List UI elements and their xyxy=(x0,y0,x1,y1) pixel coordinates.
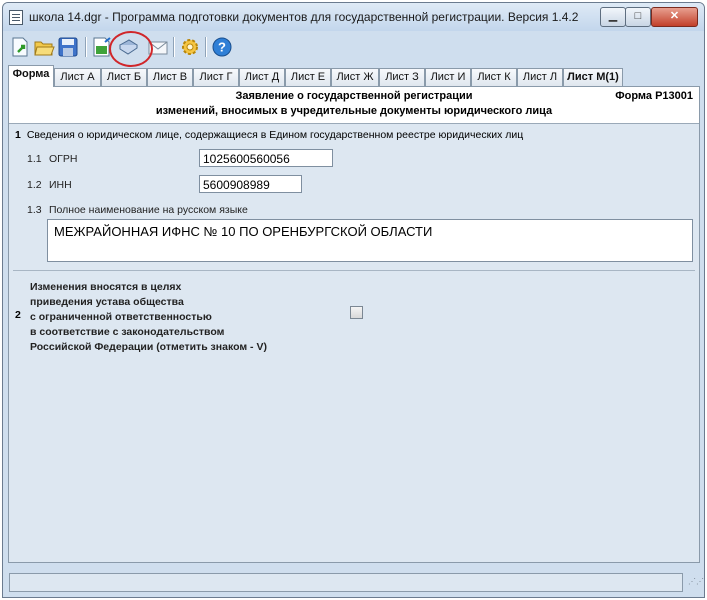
name-label: 1.3 Полное наименование на русском языке xyxy=(27,204,248,216)
save-disk-icon[interactable] xyxy=(57,36,79,58)
tab-list-a[interactable]: Лист А xyxy=(54,68,101,86)
section-divider xyxy=(13,270,695,271)
form-code: Форма Р13001 xyxy=(615,90,693,102)
toolbar-separator xyxy=(205,37,207,57)
inn-label-text: ИНН xyxy=(49,179,72,191)
form-header: Заявление о государственной регистрации … xyxy=(9,87,699,124)
name-label-text: Полное наименование на русском языке xyxy=(49,204,248,216)
tab-list-i[interactable]: Лист И xyxy=(425,68,471,86)
window-title: школа 14.dgr - Программа подготовки доку… xyxy=(29,10,579,24)
status-bar: ⋰⋰ xyxy=(3,568,704,597)
highlight-circle xyxy=(109,31,153,67)
ogrn-field[interactable]: 1025600560056 xyxy=(199,149,333,167)
section2-text: Изменения вносятся в целях приведения ус… xyxy=(30,280,267,355)
tab-list-k[interactable]: Лист К xyxy=(471,68,517,86)
tab-list-g[interactable]: Лист Г xyxy=(193,68,239,86)
settings-gear-icon[interactable] xyxy=(179,36,201,58)
app-document-icon xyxy=(9,10,23,25)
name-number: 1.3 xyxy=(27,204,42,216)
section1-number: 1 xyxy=(15,129,21,141)
section2-number: 2 xyxy=(15,309,21,321)
tab-list-b[interactable]: Лист Б xyxy=(101,68,147,86)
open-folder-icon[interactable] xyxy=(33,36,55,58)
ogrn-label-text: ОГРН xyxy=(49,153,78,165)
tab-list-e[interactable]: Лист Е xyxy=(285,68,331,86)
tab-list-m1[interactable]: Лист М(1) xyxy=(563,68,623,86)
help-icon[interactable]: ? xyxy=(211,36,233,58)
tab-list-zh[interactable]: Лист Ж xyxy=(331,68,379,86)
svg-text:?: ? xyxy=(218,40,226,55)
toolbar-separator xyxy=(173,37,175,57)
form-heading-line1: Заявление о государственной регистрации xyxy=(235,90,473,102)
resize-grip-icon[interactable]: ⋰⋰ xyxy=(688,578,704,589)
section2-checkbox[interactable] xyxy=(350,306,363,319)
tab-list-v[interactable]: Лист В xyxy=(147,68,193,86)
maximize-button[interactable]: □ xyxy=(625,7,651,27)
form-panel: Заявление о государственной регистрации … xyxy=(8,86,700,563)
title-bar[interactable]: школа 14.dgr - Программа подготовки доку… xyxy=(3,3,704,31)
tab-list-d[interactable]: Лист Д xyxy=(239,68,285,86)
section1-title: 1 Сведения о юридическом лице, содержащие… xyxy=(15,129,523,141)
close-button[interactable]: ✕ xyxy=(651,7,698,27)
tab-forma[interactable]: Форма xyxy=(8,65,54,87)
inn-field[interactable]: 5600908989 xyxy=(199,175,302,193)
form-heading-line2: изменений, вносимых в учредительные доку… xyxy=(155,105,553,117)
section2-line: Российской Федерации (отметить знаком - … xyxy=(30,341,267,353)
full-name-field[interactable]: МЕЖРАЙОННАЯ ИФНС № 10 ПО ОРЕНБУРГСКОЙ ОБ… xyxy=(47,219,693,262)
section1-title-text: Сведения о юридическом лице, содержащиес… xyxy=(26,129,524,141)
section2-line: приведения устава общества xyxy=(30,296,184,308)
ogrn-label: 1.1 ОГРН xyxy=(27,153,77,165)
ogrn-number: 1.1 xyxy=(27,153,42,165)
app-window: школа 14.dgr - Программа подготовки доку… xyxy=(2,2,705,598)
toolbar-separator xyxy=(85,37,87,57)
tab-list-z[interactable]: Лист З xyxy=(379,68,425,86)
status-field xyxy=(9,573,683,592)
sheet-tabs: Форма Лист А Лист Б Лист В Лист Г Лист Д… xyxy=(8,65,698,87)
new-doc-icon[interactable] xyxy=(9,36,31,58)
section2-line: Изменения вносятся в целях xyxy=(30,281,182,293)
tab-list-l[interactable]: Лист Л xyxy=(517,68,563,86)
section2-line: с ограниченной ответственностью xyxy=(30,311,212,323)
section2-line: в соответствие с законодательством xyxy=(30,326,225,338)
inn-number: 1.2 xyxy=(27,179,42,191)
inn-label: 1.2 ИНН xyxy=(27,179,72,191)
minimize-button[interactable]: ▁ xyxy=(600,7,626,27)
